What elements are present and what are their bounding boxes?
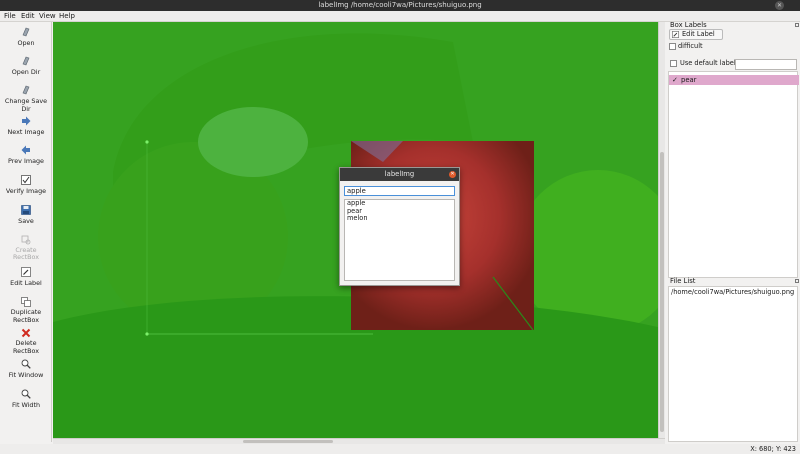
next-image-label: Next Image [7, 128, 45, 136]
edit-pencil-icon [21, 267, 31, 277]
menu-file[interactable]: File [4, 11, 16, 22]
file-list-title: File List [670, 277, 696, 285]
fit-window-label: Fit Window [8, 371, 44, 379]
change-save-dir-button[interactable]: Change Save Dir [0, 85, 52, 113]
open-dir-label: Open Dir [11, 68, 41, 76]
vertical-scroll-thumb[interactable] [660, 152, 664, 432]
zoom-fit-window-icon [21, 359, 31, 369]
change-save-dir-label: Change Save Dir [4, 97, 48, 113]
fit-window-button[interactable]: Fit Window [0, 359, 52, 379]
box-labels-title: Box Labels [670, 21, 707, 29]
rectbox-vertex[interactable] [145, 140, 149, 144]
edit-pencil-icon [672, 31, 679, 38]
open-label: Open [17, 39, 35, 47]
default-label-input[interactable] [735, 59, 797, 70]
window-title: labelImg /home/cooli7wa/Pictures/shuiguo… [318, 1, 482, 9]
label-text-input[interactable]: apple [344, 186, 455, 196]
save-disk-icon [21, 205, 31, 215]
delete-x-icon [21, 328, 31, 338]
delete-rectbox-label: Delete RectBox [13, 339, 39, 355]
edit-label-dock-button[interactable]: Edit Label [669, 29, 723, 40]
use-default-label-checkbox[interactable] [670, 60, 677, 67]
fit-width-button[interactable]: Fit Width [0, 389, 52, 409]
label-suggestion-list[interactable]: apple pear melon [344, 199, 455, 281]
change-save-dir-icon [22, 85, 30, 95]
verify-image-label: Verify Image [5, 187, 47, 195]
duplicate-rectbox-button[interactable]: Duplicate RectBox [0, 297, 52, 324]
dialog-title: labelImg [384, 170, 415, 178]
difficult-checkbox[interactable] [669, 43, 676, 50]
file-list-item[interactable]: /home/cooli7wa/Pictures/shuiguo.png [671, 288, 794, 296]
open-dir-button[interactable]: Open Dir [0, 56, 52, 76]
horizontal-scroll-thumb[interactable] [243, 440, 333, 443]
window-titlebar: labelImg /home/cooli7wa/Pictures/shuiguo… [0, 0, 800, 11]
left-toolbar: Open Open Dir Change Save Dir Next Image… [0, 22, 52, 442]
verify-image-button[interactable]: Verify Image [0, 175, 52, 195]
duplicate-icon [21, 297, 31, 307]
window-close-icon[interactable]: ✕ [775, 1, 784, 10]
menu-help[interactable]: Help [59, 11, 75, 22]
open-dir-icon [22, 56, 30, 66]
save-button[interactable]: Save [0, 205, 52, 225]
dialog-titlebar: labelImg ✕ [340, 168, 459, 181]
label-option[interactable]: melon [345, 214, 454, 223]
dock-float-icon[interactable] [795, 279, 799, 283]
use-default-label-label: Use default label [680, 59, 736, 67]
zoom-fit-width-icon [21, 389, 31, 399]
open-file-icon [22, 27, 30, 37]
file-list[interactable]: /home/cooli7wa/Pictures/shuiguo.png [668, 286, 798, 442]
prev-image-button[interactable]: Prev Image [0, 145, 52, 165]
right-dock: Box Labels Edit Label difficult Use defa… [666, 21, 800, 442]
cursor-coordinates: X: 680; Y: 423 [750, 445, 796, 453]
label-list-item[interactable]: ✓ pear [669, 75, 799, 85]
verify-check-icon [21, 175, 31, 185]
rectbox-vertex[interactable] [145, 332, 149, 336]
arrow-left-icon [21, 145, 30, 155]
edit-label-dock-label: Edit Label [682, 30, 715, 38]
label-dialog: labelImg ✕ apple apple pear melon [339, 167, 460, 286]
dock-float-icon[interactable] [795, 23, 799, 27]
edit-label-label: Edit Label [10, 279, 42, 287]
prev-image-label: Prev Image [8, 157, 44, 165]
dialog-close-icon[interactable]: ✕ [449, 171, 456, 178]
menu-edit[interactable]: Edit [21, 11, 35, 22]
create-rectbox-icon [21, 235, 31, 245]
create-rectbox-label: Create RectBox [13, 246, 39, 261]
arrow-right-icon [22, 116, 31, 126]
difficult-label: difficult [678, 42, 703, 50]
label-list[interactable]: ✓ pear [668, 71, 799, 278]
menu-view[interactable]: View [39, 11, 56, 22]
status-bar: X: 680; Y: 423 [0, 444, 800, 454]
edit-label-button[interactable]: Edit Label [0, 267, 52, 287]
duplicate-rectbox-label: Duplicate RectBox [10, 308, 42, 324]
open-button[interactable]: Open [0, 27, 52, 47]
label-checked-icon[interactable]: ✓ [672, 75, 678, 85]
next-image-button[interactable]: Next Image [0, 116, 52, 136]
fit-width-label: Fit Width [11, 401, 41, 409]
create-rectbox-button[interactable]: Create RectBox [0, 235, 52, 261]
save-label: Save [18, 217, 34, 225]
canvas-vertical-scrollbar[interactable] [658, 22, 665, 438]
delete-rectbox-button[interactable]: Delete RectBox [0, 328, 52, 355]
label-item-text: pear [681, 76, 697, 84]
